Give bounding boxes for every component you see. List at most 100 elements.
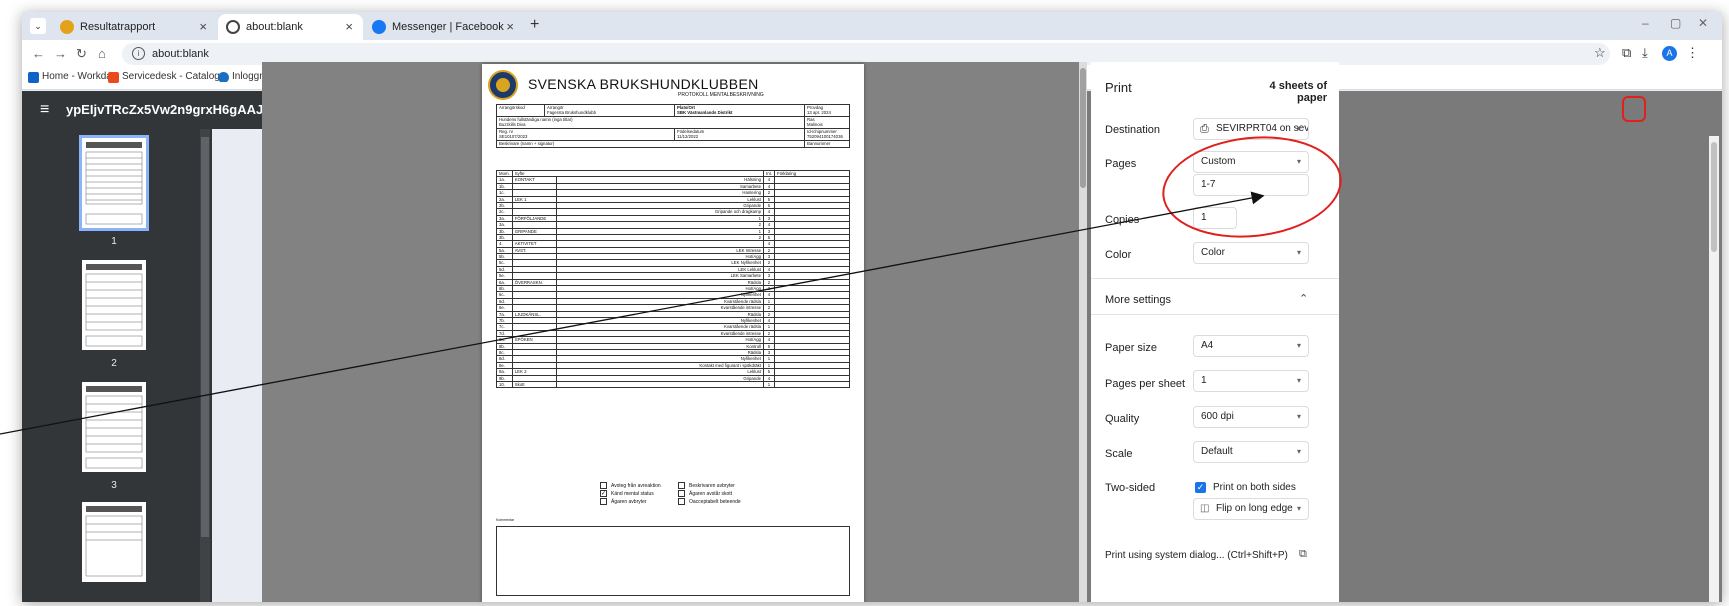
open-external-icon[interactable]: ⧉	[1299, 548, 1307, 561]
new-tab-button[interactable]: +	[530, 16, 539, 34]
checkbox-label: Avsteg från avreaktion	[611, 483, 661, 489]
checkbox-box[interactable]	[600, 498, 607, 506]
tab-about-blank[interactable]: about:blank ×	[218, 14, 363, 40]
copies-label: Copies	[1105, 214, 1140, 226]
checkbox-box[interactable]	[600, 482, 607, 490]
tab-close-icon[interactable]: ×	[345, 14, 353, 40]
checkbox-item[interactable]: Beskrivaren avbryter	[678, 482, 741, 490]
preview-scrollbar-thumb[interactable]	[1080, 68, 1086, 188]
tab-messenger[interactable]: Messenger | Facebook ×	[364, 14, 524, 40]
inloggning-icon	[218, 72, 229, 82]
panel-scrollbar-thumb[interactable]	[1711, 142, 1717, 252]
globe-icon	[226, 20, 240, 34]
bookmark-servicedesk[interactable]: Servicedesk - Catalog	[108, 71, 220, 83]
hamburger-icon[interactable]: ≡	[40, 101, 49, 119]
checkbox-box[interactable]	[678, 482, 685, 490]
more-settings-label[interactable]: More settings	[1105, 294, 1171, 306]
thumbnail-preview-1	[85, 142, 143, 225]
bookmark-workday[interactable]: Home - Workday	[28, 71, 117, 83]
dropdown-arrow-icon: ▾	[1296, 376, 1301, 385]
header-table: Arrangörskod Arrangör Fagersta Brukshund…	[496, 104, 850, 148]
thumbnail-preview-4	[85, 506, 143, 577]
pdf-file-name: ypEIjvTRcZx5Vw2n9grxH6gAAJ8KZW5kc3RyZWFt…	[66, 102, 276, 117]
menu-icon[interactable]: ⋮	[1686, 45, 1699, 61]
header-cell: Hundens fullständiga namn (inga titlar) …	[496, 116, 805, 129]
favicon-icon	[60, 20, 74, 34]
header-cell: Id-/chipnummer 752094100174036	[804, 128, 850, 141]
scale-value: Default	[1201, 446, 1233, 457]
panel-scrollbar[interactable]	[1709, 136, 1719, 602]
minimize-button[interactable]: –	[1642, 16, 1649, 30]
header-cell: Arrangör Fagersta Brukshundklubb	[544, 104, 675, 117]
maximize-button[interactable]: ▢	[1670, 16, 1681, 30]
thumbnail-number: 3	[111, 480, 117, 491]
workday-icon	[28, 72, 39, 83]
two-sided-checkbox[interactable]: ✓	[1195, 482, 1206, 493]
dropdown-arrow-icon: ▾	[1296, 504, 1301, 513]
profile-avatar[interactable]: A	[1662, 46, 1677, 61]
reload-icon[interactable]: ↻	[76, 46, 87, 62]
pages-per-sheet-select[interactable]: 1 ▾	[1193, 370, 1309, 392]
header-cell: Bannummer	[804, 140, 850, 148]
star-icon[interactable]: ☆	[1594, 45, 1606, 61]
tab-strip: ⌄ Resultatrapport × about:blank × Messen…	[22, 12, 1722, 40]
checkbox-box[interactable]	[678, 498, 685, 506]
checkbox-item[interactable]: Oacceptabelt beteende	[678, 498, 741, 506]
checkbox-box[interactable]: ✓	[600, 490, 607, 498]
thumbnail-page-3[interactable]	[82, 382, 146, 472]
dropdown-arrow-icon: ▾	[1296, 412, 1301, 421]
servicedesk-icon	[108, 72, 119, 83]
info-icon[interactable]: i	[132, 47, 145, 60]
table-cell: 1	[763, 380, 775, 389]
flip-select[interactable]: ◫ Flip on long edge ▾	[1193, 498, 1309, 520]
checkbox-item[interactable]: Avsteg från avreaktion	[600, 482, 661, 490]
checkbox-item[interactable]: Ägaren avstår skott	[678, 490, 741, 498]
tab-close-icon[interactable]: ×	[506, 14, 514, 40]
color-select[interactable]: Color ▾	[1193, 242, 1309, 264]
dropdown-arrow-icon: ▾	[1296, 124, 1301, 133]
download-icon[interactable]: ⤓	[1642, 45, 1648, 61]
header-cell: Ras Malinois	[804, 116, 850, 129]
scale-label: Scale	[1105, 448, 1133, 460]
paper-size-value: A4	[1201, 340, 1214, 351]
tab-search-button[interactable]: ⌄	[30, 18, 46, 34]
quality-select[interactable]: 600 dpi ▾	[1193, 406, 1309, 428]
home-icon[interactable]: ⌂	[98, 46, 106, 61]
header-cell: Födelsedatum 11/12/2022	[674, 128, 805, 141]
thumbnail-page-1[interactable]	[79, 135, 149, 231]
header-cell: Beskrivare (namn + signatur)	[496, 140, 805, 148]
thumbnail-page-2[interactable]	[82, 260, 146, 350]
close-window-button[interactable]: ✕	[1698, 16, 1708, 30]
thumbnail-scrollbar-thumb[interactable]	[201, 137, 209, 537]
color-label: Color	[1105, 249, 1132, 261]
tab-close-icon[interactable]: ×	[199, 14, 207, 40]
header-cell: Plats/Ort SBK Västmanlands Distrikt	[674, 104, 805, 117]
tab-resultatrapport[interactable]: Resultatrapport ×	[52, 14, 217, 40]
checkbox-group-right: Beskrivaren avbryter Ägaren avstår skott…	[678, 482, 741, 506]
system-dialog-link[interactable]: Print using system dialog... (Ctrl+Shift…	[1105, 550, 1288, 561]
dropdown-arrow-icon: ▾	[1296, 447, 1301, 456]
color-value: Color	[1201, 247, 1225, 258]
preview-scrollbar[interactable]	[1079, 62, 1087, 602]
extensions-icon[interactable]: ⧉	[1622, 45, 1631, 61]
forward-icon[interactable]: →	[54, 46, 67, 61]
thumbnail-page-4[interactable]	[82, 502, 146, 582]
results-table-body: 1a. KONTAKT Hälsning 4 1b. Samarbete 4 1c. Hante…	[496, 176, 851, 389]
back-icon[interactable]: ←	[32, 46, 45, 61]
bookmark-label: Servicedesk - Catalog	[122, 71, 220, 82]
destination-value: SEVIRPRT04 on sevirs00	[1216, 123, 1309, 134]
chevron-up-icon[interactable]: ⌃	[1299, 292, 1308, 305]
checkbox-item[interactable]: Ägaren avbryter	[600, 498, 661, 506]
tab-title: Resultatrapport	[80, 21, 156, 33]
destination-label: Destination	[1105, 124, 1161, 136]
print-title: Print	[1105, 80, 1132, 95]
scale-select[interactable]: Default ▾	[1193, 441, 1309, 463]
thumbnail-scrollbar[interactable]	[200, 129, 210, 602]
checkbox-box[interactable]	[678, 490, 685, 498]
pages-per-sheet-label: Pages per sheet	[1105, 378, 1186, 390]
checkbox-item[interactable]: ✓ Känd mental status	[600, 490, 661, 498]
paper-size-select[interactable]: A4 ▾	[1193, 335, 1309, 357]
quality-label: Quality	[1105, 413, 1140, 425]
org-name: SVENSKA BRUKSHUNDKLUBBEN	[528, 76, 759, 92]
thumbnail-number: 2	[111, 358, 117, 369]
